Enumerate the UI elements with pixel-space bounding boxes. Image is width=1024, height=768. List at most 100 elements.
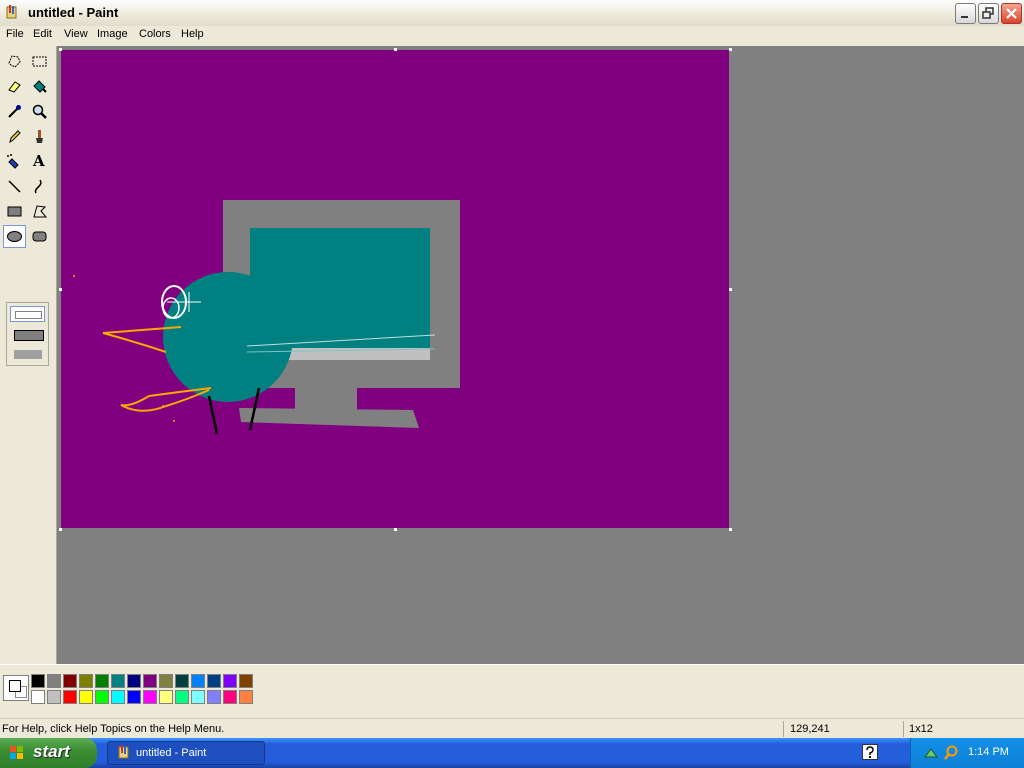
palette-swatch[interactable] <box>79 674 93 688</box>
line-icon <box>8 180 21 193</box>
palette-swatch[interactable] <box>127 674 141 688</box>
palette-swatch[interactable] <box>159 674 173 688</box>
palette-swatch[interactable] <box>239 674 253 688</box>
palette-swatch[interactable] <box>143 674 157 688</box>
palette-swatch[interactable] <box>111 674 125 688</box>
resize-handle-tr <box>729 48 732 51</box>
brush-icon <box>36 130 43 143</box>
status-divider <box>783 721 784 737</box>
menu-bar: File Edit View Image Colors Help <box>0 26 1024 44</box>
toolbox: A <box>0 46 57 664</box>
menu-image[interactable]: Image <box>97 28 128 40</box>
clock: 1:14 PM <box>968 746 1009 758</box>
magnifier-icon <box>32 104 47 119</box>
minimize-button[interactable] <box>955 3 976 24</box>
palette-swatch[interactable] <box>223 690 237 704</box>
drawing-canvas[interactable] <box>61 50 729 528</box>
current-colors <box>3 675 29 701</box>
network-icon[interactable] <box>923 745 939 761</box>
tool-eraser[interactable] <box>3 75 26 98</box>
search-tray-icon[interactable] <box>943 745 959 761</box>
palette-swatch[interactable] <box>223 674 237 688</box>
tool-line[interactable] <box>3 175 26 198</box>
close-button[interactable] <box>1001 3 1022 24</box>
rectangle-select-icon <box>32 56 47 67</box>
restore-button[interactable] <box>978 3 999 24</box>
rounded-rectangle-icon <box>32 231 47 242</box>
paint-app-icon <box>6 5 17 19</box>
menu-view[interactable]: View <box>64 28 88 40</box>
polygon-icon <box>33 205 48 218</box>
palette-swatch[interactable] <box>95 690 109 704</box>
fill-bucket-icon <box>33 80 47 93</box>
fill-style-outline[interactable] <box>10 306 45 322</box>
palette-swatch[interactable] <box>191 690 205 704</box>
palette-swatch[interactable] <box>63 690 77 704</box>
tool-rectangle[interactable] <box>3 200 26 223</box>
restore-icon <box>982 7 994 19</box>
window-title: untitled - Paint <box>28 5 119 20</box>
tool-curve[interactable] <box>28 175 51 198</box>
menu-colors[interactable]: Colors <box>139 28 171 40</box>
tool-fill-bucket[interactable] <box>28 75 51 98</box>
palette-swatch[interactable] <box>127 690 141 704</box>
palette-swatch[interactable] <box>95 674 109 688</box>
fill-style-outline-fill[interactable] <box>14 330 44 341</box>
status-selection-size: 1x12 <box>909 723 933 735</box>
resize-handle-l <box>59 288 62 291</box>
rectangle-icon <box>7 206 22 217</box>
airbrush-icon <box>7 154 19 169</box>
system-tray: 1:14 PM <box>910 738 1024 768</box>
palette-swatch[interactable] <box>191 674 205 688</box>
palette-swatch[interactable] <box>175 674 189 688</box>
tool-rectangle-select[interactable] <box>28 50 51 73</box>
resize-handle-r[interactable] <box>729 288 732 291</box>
resize-handle-br[interactable] <box>729 528 732 531</box>
taskbar-item-label: untitled - Paint <box>136 747 207 759</box>
windows-flag-icon <box>10 746 23 759</box>
help-tray-icon[interactable] <box>862 744 878 760</box>
palette-swatch[interactable] <box>207 690 221 704</box>
palette-swatch[interactable] <box>63 674 77 688</box>
tool-brush[interactable] <box>28 125 51 148</box>
tool-airbrush[interactable] <box>3 150 26 173</box>
palette-swatch[interactable] <box>79 690 93 704</box>
tool-ellipse[interactable] <box>3 225 26 248</box>
close-icon <box>1006 8 1017 19</box>
palette-swatch[interactable] <box>31 690 45 704</box>
palette-swatch[interactable] <box>31 674 45 688</box>
taskbar: start untitled - Paint 1:14 PM <box>0 738 1024 768</box>
resize-handle-b[interactable] <box>394 528 397 531</box>
tool-options-panel <box>6 302 49 366</box>
ellipse-icon <box>7 231 22 242</box>
palette-swatch[interactable] <box>111 690 125 704</box>
palette-swatch[interactable] <box>47 674 61 688</box>
palette-swatch[interactable] <box>239 690 253 704</box>
paint-app-icon <box>118 745 129 759</box>
menu-help[interactable]: Help <box>181 28 204 40</box>
question-icon <box>866 746 874 758</box>
palette-swatch[interactable] <box>207 674 221 688</box>
menu-file[interactable]: File <box>6 28 24 40</box>
start-button[interactable]: start <box>0 738 97 768</box>
tool-free-form-select[interactable] <box>3 50 26 73</box>
taskbar-item-paint[interactable]: untitled - Paint <box>107 741 265 765</box>
minimize-icon <box>961 16 968 18</box>
tool-color-picker[interactable] <box>3 100 26 123</box>
status-coordinates: 129,241 <box>790 723 830 735</box>
tool-rounded-rectangle[interactable] <box>28 225 51 248</box>
tool-pencil[interactable] <box>3 125 26 148</box>
status-bar: For Help, click Help Topics on the Help … <box>0 718 1024 739</box>
text-icon: A <box>33 152 45 170</box>
palette-swatch[interactable] <box>159 690 173 704</box>
eraser-icon <box>8 81 21 93</box>
status-divider <box>903 721 904 737</box>
tool-polygon[interactable] <box>28 200 51 223</box>
palette-swatch[interactable] <box>143 690 157 704</box>
palette-swatch[interactable] <box>47 690 61 704</box>
palette-swatch[interactable] <box>175 690 189 704</box>
tool-text[interactable]: A <box>28 150 51 173</box>
menu-edit[interactable]: Edit <box>33 28 52 40</box>
fill-style-fill[interactable] <box>14 350 42 359</box>
tool-magnifier[interactable] <box>28 100 51 123</box>
